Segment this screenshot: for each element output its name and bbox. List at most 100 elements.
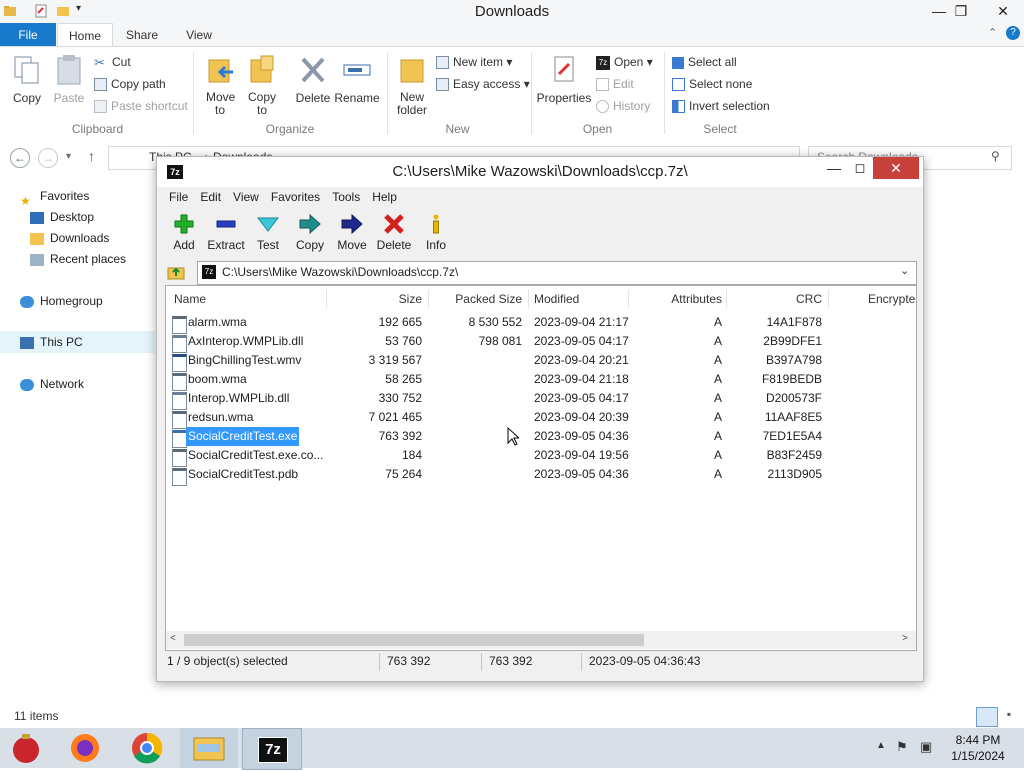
cell-name: AxInterop.WMPLib.dll xyxy=(188,334,304,348)
details-view-icon[interactable] xyxy=(976,707,998,727)
menu-edit[interactable]: Edit xyxy=(194,187,227,207)
column-size[interactable]: Size xyxy=(346,288,422,310)
cell-name: alarm.wma xyxy=(188,315,247,329)
network-status-icon[interactable]: ▣ xyxy=(920,739,932,755)
tab-file[interactable]: File xyxy=(0,23,56,47)
scroll-left-arrow[interactable]: < xyxy=(170,633,176,644)
cell-name: SocialCreditTest.exe xyxy=(186,427,300,446)
menu-favorites[interactable]: Favorites xyxy=(265,187,326,207)
address-dropdown-icon[interactable]: ⌄ xyxy=(900,264,909,277)
select-all-icon xyxy=(672,56,684,69)
back-button[interactable]: ← xyxy=(10,148,30,168)
help-icon[interactable]: ? xyxy=(1006,26,1020,40)
copy-path-icon xyxy=(94,78,107,92)
taskbar-firefox[interactable] xyxy=(56,728,114,768)
copy-button[interactable]: Copy xyxy=(6,54,48,105)
info-button[interactable]: Info xyxy=(415,211,457,252)
7zip-minimize-button[interactable]: — xyxy=(823,160,845,176)
move-button[interactable]: Move xyxy=(331,211,373,252)
table-row[interactable]: SocialCreditTest.exe 763 392 2023-09-05 04… xyxy=(166,427,916,448)
table-row[interactable]: Interop.WMPLib.dll 330 752 2023-09-05 04:1… xyxy=(166,389,916,410)
menu-view[interactable]: View xyxy=(227,187,265,207)
show-hidden-icons[interactable]: ▲ xyxy=(876,740,886,751)
move-to-button[interactable]: Move to xyxy=(200,54,240,117)
forward-button[interactable]: → xyxy=(38,148,58,168)
star-icon: ★ xyxy=(20,193,31,208)
table-row[interactable]: AxInterop.WMPLib.dll 53 760 798 081 2023-09… xyxy=(166,332,916,353)
copy-to-button[interactable]: Copy to xyxy=(242,54,282,117)
taskbar-file-explorer[interactable] xyxy=(180,728,238,768)
scrollbar-thumb[interactable] xyxy=(184,634,644,646)
easy-access-button[interactable]: Easy access ▾ xyxy=(436,74,530,94)
test-button[interactable]: Test xyxy=(247,211,289,252)
nav-favorites[interactable]: ★ Favorites xyxy=(20,186,89,208)
nav-desktop[interactable]: Desktop xyxy=(30,207,94,227)
copy-button-7z[interactable]: Copy xyxy=(289,211,331,252)
tab-share[interactable]: Share xyxy=(118,23,166,47)
nav-downloads[interactable]: Downloads xyxy=(30,228,109,248)
column-modified[interactable]: Modified xyxy=(534,288,579,310)
scroll-right-arrow[interactable]: > xyxy=(902,633,908,644)
nav-network[interactable]: Network xyxy=(20,374,84,394)
edit-button[interactable]: Edit xyxy=(596,74,634,94)
menu-tools[interactable]: Tools xyxy=(326,187,366,207)
up-button[interactable]: ↑ xyxy=(88,148,95,164)
file-icon xyxy=(172,468,187,486)
up-folder-icon[interactable] xyxy=(167,263,185,281)
taskbar-7zip[interactable]: 7z xyxy=(242,728,302,770)
new-folder-button[interactable]: New folder xyxy=(392,54,432,117)
tab-home[interactable]: Home xyxy=(57,23,113,48)
7zip-taskbar-icon: 7z xyxy=(258,737,288,763)
7zip-maximize-button[interactable]: ◻ xyxy=(849,160,871,176)
rename-button[interactable]: Rename xyxy=(334,54,380,105)
select-all-button[interactable]: Select all xyxy=(672,52,737,72)
extract-button[interactable]: Extract xyxy=(205,211,247,252)
ribbon-collapse-icon[interactable]: ⌃ xyxy=(988,26,997,39)
action-center-flag-icon[interactable]: ⚑ xyxy=(896,739,908,755)
paste-shortcut-button[interactable]: Paste shortcut xyxy=(94,96,188,116)
new-item-button[interactable]: New item ▾ xyxy=(436,52,512,72)
horizontal-scrollbar[interactable]: < > xyxy=(166,631,916,649)
taskbar-clock[interactable]: 8:44 PM 1/15/2024 xyxy=(940,732,1016,764)
table-row[interactable]: SocialCreditTest.pdb 75 264 2023-09-05 04:… xyxy=(166,465,916,486)
close-button[interactable]: ✕ xyxy=(988,0,1018,22)
7zip-address-input[interactable]: C:\Users\Mike Wazowski\Downloads\ccp.7z\ xyxy=(222,265,458,279)
history-button[interactable]: History xyxy=(596,96,650,116)
column-packed-size[interactable]: Packed Size xyxy=(432,288,522,310)
table-row[interactable]: boom.wma 58 265 2023-09-04 21:18 A F819BEDB xyxy=(166,370,916,391)
table-row[interactable]: BingChillingTest.wmv 3 319 567 2023-09-04 … xyxy=(166,351,916,372)
cell-attr: A xyxy=(713,467,722,481)
nav-recent-places[interactable]: Recent places xyxy=(30,249,126,269)
taskbar-chrome[interactable] xyxy=(118,728,176,768)
7zip-close-button[interactable]: ✕ xyxy=(873,157,919,179)
tab-view[interactable]: View xyxy=(176,23,222,47)
paste-button[interactable]: Paste xyxy=(48,54,90,105)
start-button[interactable] xyxy=(0,728,58,768)
delete-button-7z[interactable]: Delete xyxy=(373,211,415,252)
add-button[interactable]: Add xyxy=(163,211,205,252)
select-none-button[interactable]: Select none xyxy=(672,74,752,94)
maximize-button[interactable]: ❐ xyxy=(946,0,976,22)
column-crc[interactable]: CRC xyxy=(746,288,822,310)
status-packed: 763 392 xyxy=(489,654,533,668)
recent-locations-dropdown[interactable]: ▾ xyxy=(66,151,71,162)
large-icons-view-icon[interactable]: ▪ xyxy=(1000,707,1018,725)
nav-this-pc[interactable]: This PC xyxy=(20,332,83,352)
column-encrypted[interactable]: Encrypte xyxy=(868,288,915,310)
invert-selection-button[interactable]: Invert selection xyxy=(672,96,770,116)
column-name[interactable]: Name xyxy=(174,288,206,310)
menu-file[interactable]: File xyxy=(163,187,194,207)
delete-button[interactable]: Delete xyxy=(292,54,334,105)
column-attributes[interactable]: Attributes xyxy=(636,288,722,310)
menu-help[interactable]: Help xyxy=(366,187,403,207)
7z-open-icon: 7z xyxy=(596,55,610,70)
table-row[interactable]: redsun.wma 7 021 465 2023-09-04 20:39 A 11AA… xyxy=(166,408,916,429)
copy-path-button[interactable]: Copy path xyxy=(94,74,166,94)
table-row[interactable]: SocialCreditTest.exe.co... 184 2023-09-04 … xyxy=(166,446,916,467)
properties-button[interactable]: Properties xyxy=(536,54,592,105)
open-button[interactable]: 7z Open ▾ xyxy=(596,52,653,72)
table-row[interactable]: alarm.wma 192 665 8 530 552 2023-09-04 21:1… xyxy=(166,313,916,334)
cut-button[interactable]: ✂ Cut xyxy=(94,52,131,72)
nav-homegroup[interactable]: Homegroup xyxy=(20,291,103,311)
7zip-address-bar[interactable]: 7z C:\Users\Mike Wazowski\Downloads\ccp.… xyxy=(197,261,917,285)
